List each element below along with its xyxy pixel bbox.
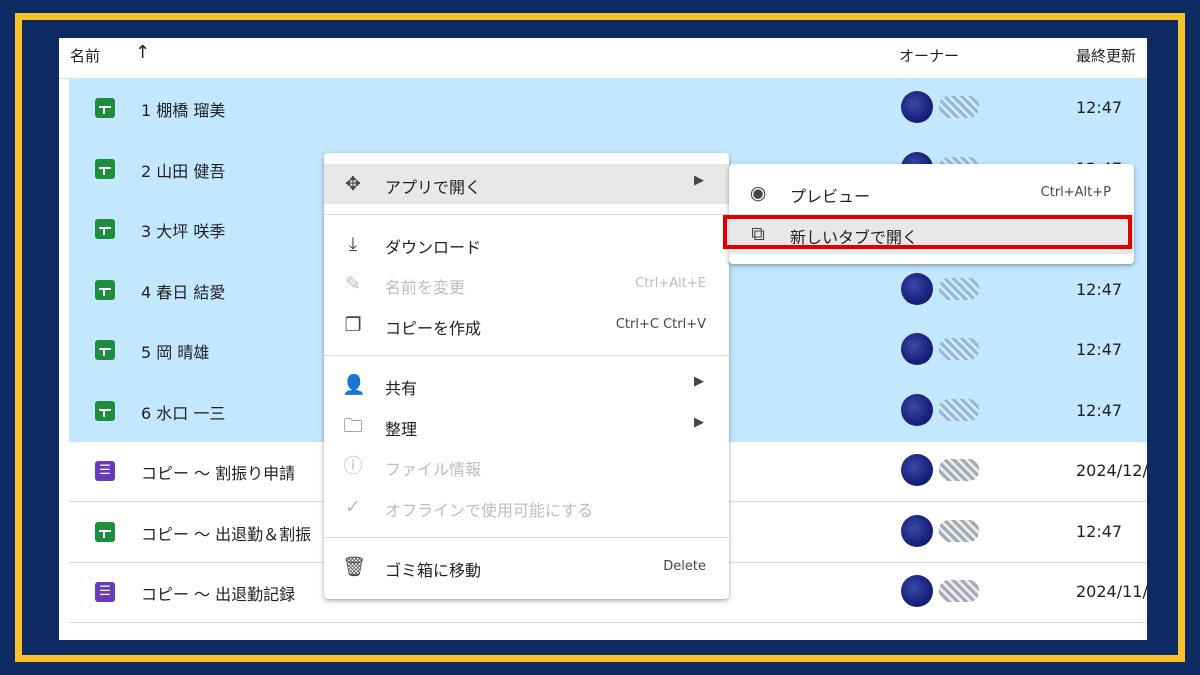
owner-avatar: [901, 514, 933, 547]
file-name: 4 春日 結愛: [141, 282, 226, 302]
folder-icon: 🗀: [343, 415, 363, 437]
modified-time: 12:47: [1076, 340, 1123, 359]
sort-arrow-icon[interactable]: ↑: [135, 42, 150, 63]
modified-time: 2024/12/0: [1076, 461, 1147, 480]
owner-avatar: [901, 575, 933, 607]
menu-label: オフラインで使用可能にする: [385, 501, 594, 520]
menu-item-offline[interactable]: ✓ オフラインで使用可能にする: [324, 487, 729, 527]
submenu-item-open-new-tab[interactable]: ⧉ 新しいタブで開く: [729, 214, 1134, 254]
menu-label: 整理: [385, 420, 418, 439]
file-list-header: 名前 ↑ オーナー 最終更新: [59, 38, 1147, 79]
owner-avatar: [901, 272, 933, 305]
menu-label: ゴミ箱に移動: [385, 561, 482, 580]
eye-icon: ◉: [749, 182, 767, 204]
file-name: 3 大坪 咲季: [141, 222, 226, 241]
sheets-file-icon: [95, 219, 115, 239]
menu-item-share[interactable]: 👤 共有 ▶: [324, 365, 729, 405]
sheets-file-icon: [95, 98, 115, 118]
menu-item-rename[interactable]: ✎ 名前を変更 Ctrl+Alt+E: [324, 264, 729, 304]
column-owner[interactable]: オーナー: [899, 45, 959, 66]
menu-divider: [324, 355, 729, 356]
owner-name-blurred: [939, 338, 979, 360]
open-with-submenu: ◉ プレビュー Ctrl+Alt+P ⧉ 新しいタブで開く: [729, 164, 1134, 264]
menu-shortcut: Ctrl+Alt+E: [635, 276, 706, 291]
file-name: コピー ～ 出退勤記録: [141, 585, 296, 604]
info-icon: ⓘ: [343, 455, 363, 477]
menu-item-file-info[interactable]: ⓘ ファイル情報: [324, 446, 729, 486]
menu-label: ダウンロード: [385, 238, 482, 257]
sheets-file-icon: [95, 521, 115, 542]
download-icon: ⤓: [348, 233, 358, 255]
modified-time: 12:47: [1076, 279, 1123, 299]
sheets-file-icon: [95, 158, 115, 179]
sheets-file-icon: [95, 279, 115, 300]
submenu-arrow-icon: ▶: [694, 374, 704, 389]
file-row[interactable]: 1 棚橋 瑠美 12:47: [69, 78, 1147, 139]
file-name: 2 山田 健吾: [141, 161, 226, 181]
menu-item-open-with[interactable]: ✥ アプリで開く ▶: [324, 164, 729, 204]
file-name: 5 岡 晴雄: [141, 343, 210, 362]
add-person-icon: 👤: [342, 374, 366, 396]
trash-icon: 🗑: [342, 556, 367, 578]
menu-shortcut: Ctrl+C Ctrl+V: [615, 317, 706, 332]
offline-check-icon: ✓: [345, 496, 361, 518]
copy-icon: ❐: [344, 314, 362, 336]
modified-time: 12:47: [1076, 400, 1123, 420]
modified-time: 2024/11/3: [1076, 582, 1147, 601]
column-name[interactable]: 名前: [70, 45, 100, 66]
menu-item-trash[interactable]: 🗑 ゴミ箱に移動 Delete: [324, 547, 729, 587]
open-in-new-icon: ⧉: [751, 223, 765, 245]
menu-label: コピーを作成: [385, 319, 482, 338]
owner-avatar: [901, 91, 933, 123]
menu-item-organize[interactable]: 🗀 整理 ▶: [324, 406, 729, 446]
owner-name-blurred: [939, 96, 979, 118]
move-icon: ✥: [345, 173, 361, 195]
menu-shortcut: Delete: [663, 559, 706, 574]
column-modified[interactable]: 最終更新: [1076, 45, 1136, 66]
menu-label: 名前を変更: [385, 278, 466, 297]
submenu-arrow-icon: ▶: [694, 415, 704, 430]
owner-avatar: [901, 454, 933, 486]
context-menu: ✥ アプリで開く ▶ ⤓ ダウンロード ✎ 名前を変更 Ctrl+Alt+E ❐…: [324, 153, 729, 599]
owner-avatar: [901, 393, 933, 426]
file-name: コピー ～ 出退勤＆割振: [141, 524, 312, 544]
menu-label: アプリで開く: [385, 178, 482, 197]
file-name: 1 棚橋 瑠美: [141, 101, 226, 120]
submenu-arrow-icon: ▶: [694, 173, 704, 188]
menu-label: 共有: [385, 379, 418, 398]
menu-shortcut: Ctrl+Alt+P: [1040, 185, 1111, 200]
menu-label: 新しいタブで開く: [790, 228, 919, 247]
sheets-file-icon: [95, 340, 115, 360]
owner-name-blurred: [939, 277, 979, 300]
forms-file-icon: [95, 461, 115, 481]
pencil-icon: ✎: [345, 273, 361, 295]
submenu-item-preview[interactable]: ◉ プレビュー Ctrl+Alt+P: [729, 173, 1134, 213]
forms-file-icon: [95, 582, 115, 602]
sheets-file-icon: [95, 400, 115, 421]
owner-avatar: [901, 333, 933, 365]
owner-name-blurred: [939, 580, 979, 602]
menu-item-make-copy[interactable]: ❐ コピーを作成 Ctrl+C Ctrl+V: [324, 305, 729, 345]
menu-divider: [324, 537, 729, 538]
menu-divider: [324, 214, 729, 215]
modified-time: 12:47: [1076, 521, 1123, 541]
menu-item-download[interactable]: ⤓ ダウンロード: [324, 224, 729, 264]
menu-label: ファイル情報: [385, 460, 482, 479]
modified-time: 12:47: [1076, 98, 1123, 117]
file-name: コピー ～ 割振り申請: [141, 464, 296, 483]
menu-label: プレビュー: [790, 187, 871, 206]
owner-name-blurred: [939, 398, 979, 421]
owner-name-blurred: [939, 459, 979, 481]
owner-name-blurred: [939, 519, 979, 542]
file-name: 6 水口 一三: [141, 403, 226, 423]
